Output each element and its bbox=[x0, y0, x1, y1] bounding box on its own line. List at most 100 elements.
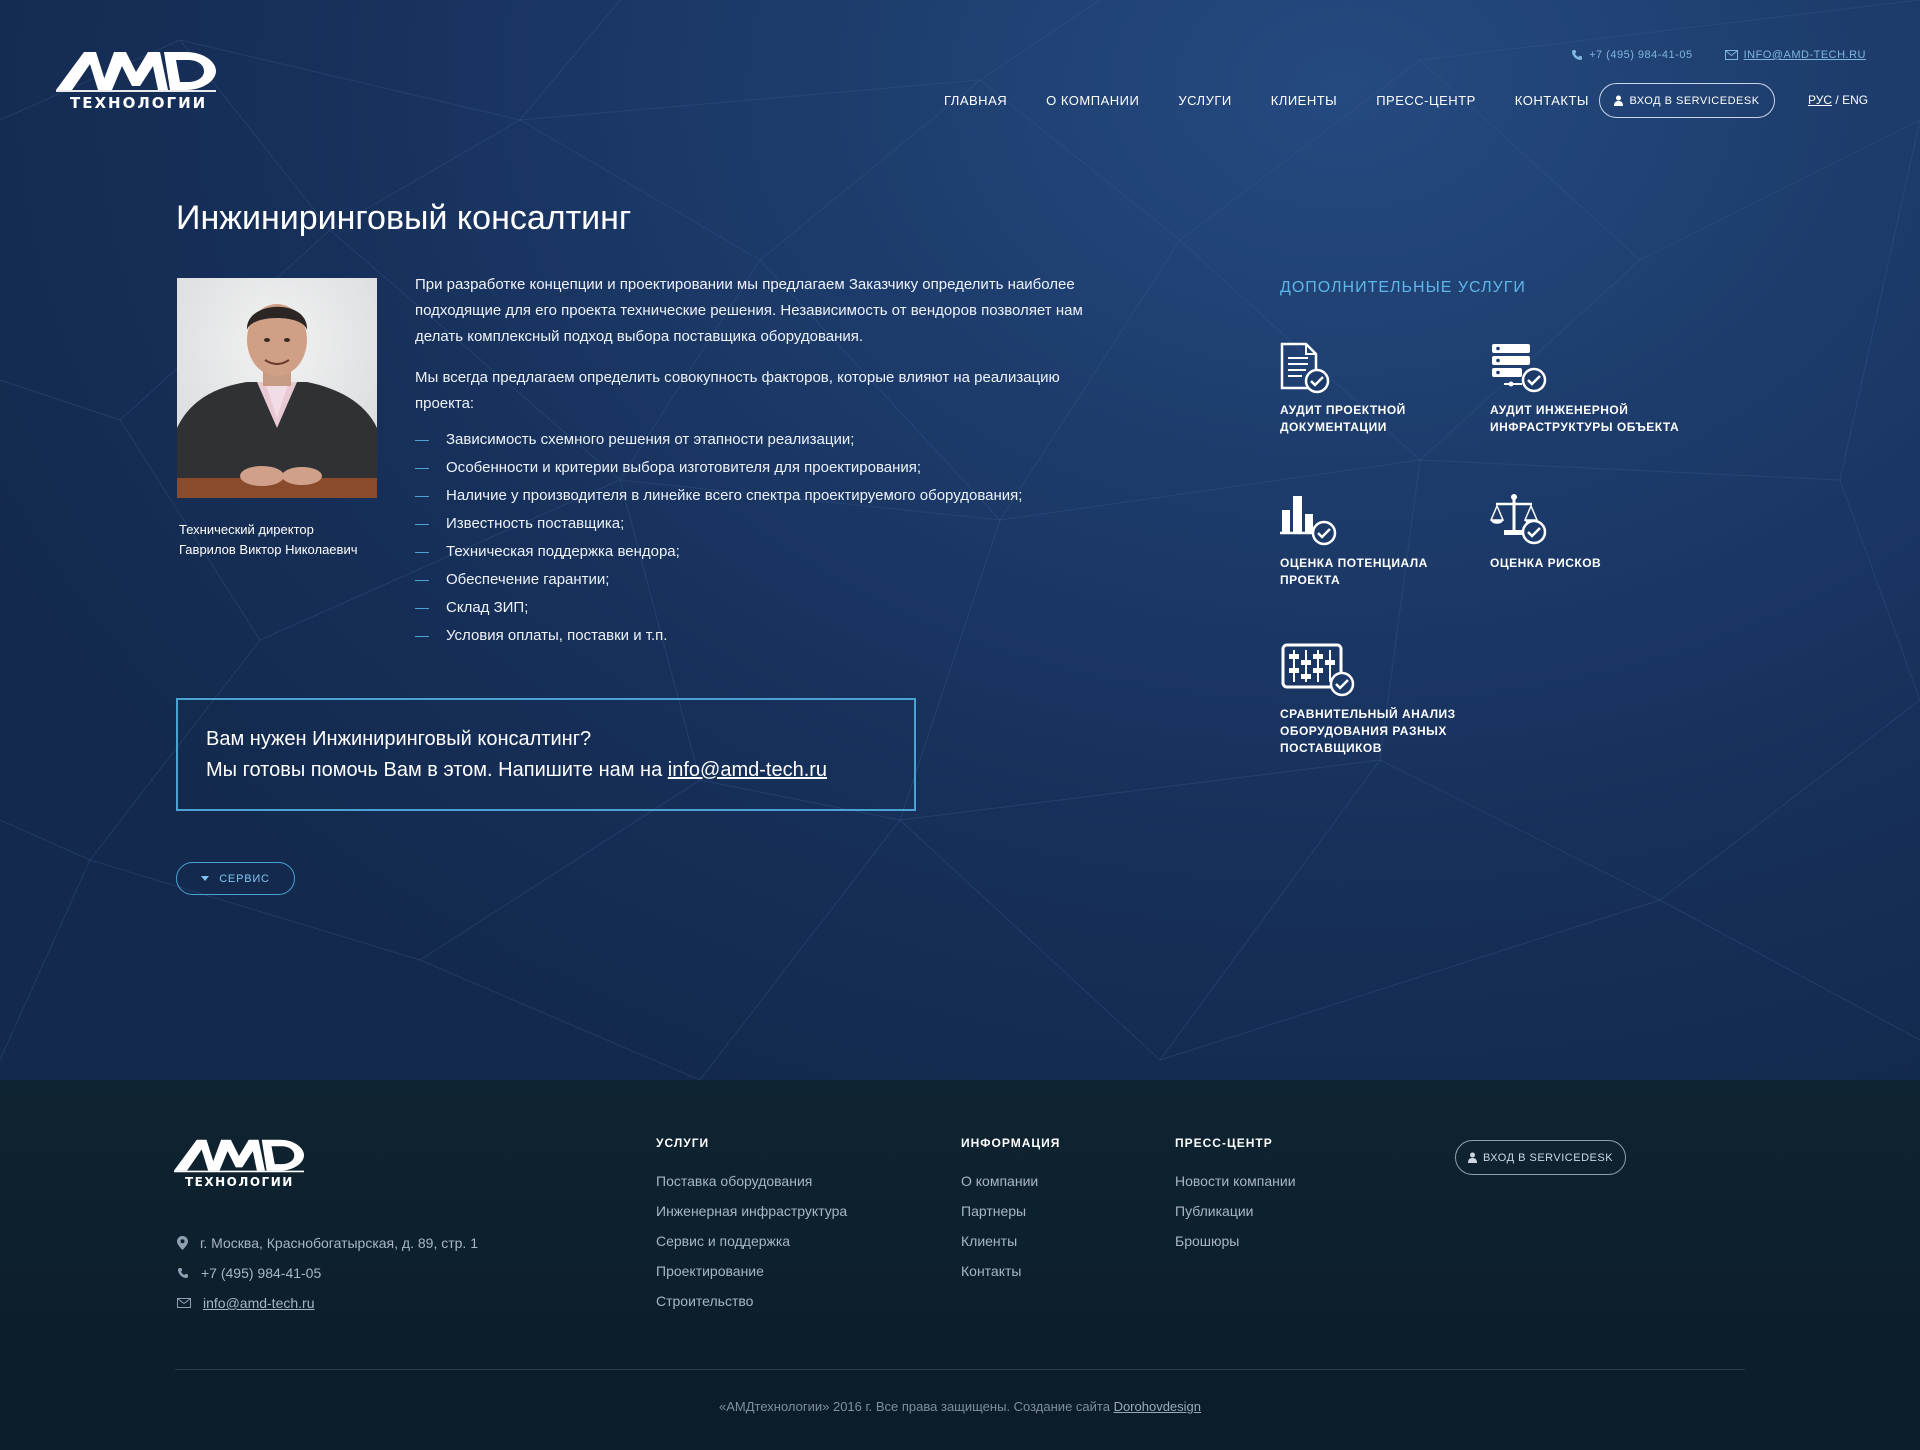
servicedesk-button-label: ВХОД В SERVICEDESK bbox=[1629, 94, 1760, 107]
list-item-text: Наличие у производителя в линейке всего … bbox=[446, 487, 1023, 504]
header-phone-text: +7 (495) 984-41-05 bbox=[1589, 49, 1693, 61]
footer-link[interactable]: Контакты bbox=[961, 1260, 1060, 1290]
service-button[interactable]: СЕРВИС bbox=[176, 862, 295, 895]
footer-link[interactable]: Публикации bbox=[1175, 1200, 1296, 1230]
footer-link[interactable]: Сервис и поддержка bbox=[656, 1230, 847, 1260]
mail-icon bbox=[177, 1298, 191, 1308]
server-check-icon bbox=[1492, 344, 1547, 393]
additional-services-title: ДОПОЛНИТЕЛЬНЫЕ УСЛУГИ bbox=[1280, 279, 1526, 296]
footer-col-info: ИНФОРМАЦИЯ О компании Партнеры Клиенты К… bbox=[961, 1136, 1060, 1290]
footer-link[interactable]: О компании bbox=[961, 1170, 1060, 1200]
list-item-text: Обеспечение гарантии; bbox=[446, 571, 610, 588]
footer-address: г. Москва, Краснобогатырская, д. 89, стр… bbox=[177, 1228, 478, 1258]
caption-role: Технический директор bbox=[179, 522, 314, 537]
nav-item-home[interactable]: ГЛАВНАЯ bbox=[944, 93, 1007, 108]
list-item-text: Условия оплаты, поставки и т.п. bbox=[446, 627, 668, 644]
header-contacts: +7 (495) 984-41-05 INFO@AMD-TECH.RU bbox=[1571, 49, 1866, 61]
header-email[interactable]: INFO@AMD-TECH.RU bbox=[1724, 49, 1866, 61]
list-item: Известность поставщика; bbox=[415, 510, 1022, 538]
dash-bullet bbox=[415, 551, 429, 553]
cta-line-2-text: Мы готовы помочь Вам в этом. Напишите на… bbox=[206, 759, 663, 781]
footer-divider bbox=[175, 1369, 1745, 1370]
header-email-link[interactable]: INFO@AMD-TECH.RU bbox=[1744, 49, 1866, 61]
caption-name: Гаврилов Виктор Николаевич bbox=[179, 542, 358, 557]
footer-servicedesk-label: ВХОД В SERVICEDESK bbox=[1482, 1151, 1614, 1164]
service-label: ОЦЕНКА ПОТЕНЦИАЛА ПРОЕКТА bbox=[1280, 556, 1428, 587]
main-section: ТЕХНОЛОГИИ +7 (495) 984-41-05 INFO@AMD-T… bbox=[0, 0, 1920, 1080]
nav-item-about[interactable]: О КОМПАНИИ bbox=[1046, 93, 1139, 108]
list-item-text: Известность поставщика; bbox=[446, 515, 625, 532]
footer-link[interactable]: Строительство bbox=[656, 1290, 847, 1320]
lang-en[interactable]: ENG bbox=[1842, 93, 1868, 107]
dash-bullet bbox=[415, 635, 429, 637]
cta-line-2: Мы готовы помочь Вам в этом. Напишите на… bbox=[206, 755, 886, 786]
lang-ru[interactable]: РУС bbox=[1808, 93, 1832, 107]
footer-col-press: ПРЕСС-ЦЕНТР Новости компании Публикации … bbox=[1175, 1136, 1296, 1260]
user-icon bbox=[1467, 1152, 1477, 1163]
cta-email-link[interactable]: info@amd-tech.ru bbox=[668, 759, 827, 781]
language-switcher: РУС / ENG bbox=[1808, 93, 1868, 107]
footer-link[interactable]: Проектирование bbox=[656, 1260, 847, 1290]
footer-address-text: г. Москва, Краснобогатырская, д. 89, стр… bbox=[200, 1235, 478, 1251]
header-phone[interactable]: +7 (495) 984-41-05 bbox=[1571, 49, 1692, 61]
main-nav: ГЛАВНАЯ О КОМПАНИИ УСЛУГИ КЛИЕНТЫ ПРЕСС-… bbox=[944, 93, 1589, 108]
nav-item-clients[interactable]: КЛИЕНТЫ bbox=[1271, 93, 1337, 108]
footer-col-title: УСЛУГИ bbox=[656, 1136, 710, 1150]
footer-contacts: г. Москва, Краснобогатырская, д. 89, стр… bbox=[177, 1228, 478, 1318]
footer-servicedesk-button[interactable]: ВХОД В SERVICEDESK bbox=[1455, 1140, 1626, 1175]
footer-email-link[interactable]: info@amd-tech.ru bbox=[203, 1295, 314, 1311]
service-audit-infra[interactable]: АУДИТ ИНЖЕНЕРНОЙ ИНФРАСТРУКТУРЫ ОБЪЕКТА bbox=[1490, 342, 1700, 436]
factors-list: Зависимость схемного решения от этапност… bbox=[415, 426, 1022, 650]
nav-item-services[interactable]: УСЛУГИ bbox=[1178, 93, 1231, 108]
lang-separator: / bbox=[1835, 93, 1839, 107]
footer-link[interactable]: Брошюры bbox=[1175, 1230, 1296, 1260]
intro-paragraph-1: При разработке концепции и проектировани… bbox=[415, 276, 1083, 345]
list-item-text: Зависимость схемного решения от этапност… bbox=[446, 431, 855, 448]
footer-phone-text: +7 (495) 984-41-05 bbox=[201, 1265, 322, 1281]
footer-link[interactable]: Поставка оборудования bbox=[656, 1170, 847, 1200]
cta-line-1: Вам нужен Инжиниринговый консалтинг? bbox=[206, 728, 592, 750]
footer-link[interactable]: Клиенты bbox=[961, 1230, 1060, 1260]
list-item-text: Техническая поддержка вендора; bbox=[446, 543, 680, 560]
bar-chart-check-icon bbox=[1280, 496, 1337, 546]
service-audit-docs[interactable]: АУДИТ ПРОЕКТНОЙ ДОКУМЕНТАЦИИ bbox=[1280, 342, 1490, 436]
service-label: АУДИТ ПРОЕКТНОЙ ДОКУМЕНТАЦИИ bbox=[1280, 403, 1406, 434]
logo[interactable]: ТЕХНОЛОГИИ bbox=[56, 50, 216, 112]
footer-link[interactable]: Партнеры bbox=[961, 1200, 1060, 1230]
list-item: Техническая поддержка вендора; bbox=[415, 538, 1022, 566]
list-item-text: Склад ЗИП; bbox=[446, 599, 529, 616]
footer-link[interactable]: Инженерная инфраструктура bbox=[656, 1200, 847, 1230]
designer-link[interactable]: Dorohovdesign bbox=[1114, 1399, 1201, 1414]
mail-icon bbox=[1724, 50, 1738, 60]
document-check-icon bbox=[1280, 342, 1330, 394]
scales-check-icon bbox=[1490, 494, 1547, 545]
page-title: Инжиниринговый консалтинг bbox=[176, 199, 632, 237]
dash-bullet bbox=[415, 439, 429, 441]
service-potential[interactable]: ОЦЕНКА ПОТЕНЦИАЛА ПРОЕКТА bbox=[1280, 492, 1490, 589]
servicedesk-button[interactable]: ВХОД В SERVICEDESK bbox=[1599, 83, 1775, 118]
dash-bullet bbox=[415, 467, 429, 469]
service-comparison[interactable]: СРАВНИТЕЛЬНЫЙ АНАЛИЗ ОБОРУДОВАНИЯ РАЗНЫХ П… bbox=[1280, 642, 1490, 757]
footer-link[interactable]: Новости компании bbox=[1175, 1170, 1296, 1200]
photo-caption: Технический директор Гаврилов Виктор Ник… bbox=[179, 520, 357, 560]
service-button-label: СЕРВИС bbox=[219, 872, 270, 885]
nav-item-contacts[interactable]: КОНТАКТЫ bbox=[1515, 93, 1589, 108]
list-item: Обеспечение гарантии; bbox=[415, 566, 1022, 594]
intro-text: При разработке концепции и проектировани… bbox=[415, 272, 1115, 432]
dash-bullet bbox=[415, 607, 429, 609]
footer-col-title: ПРЕСС-ЦЕНТР bbox=[1175, 1136, 1273, 1150]
footer-col-services: УСЛУГИ Поставка оборудования Инженерная … bbox=[656, 1136, 847, 1320]
footer-logo[interactable]: ТЕХНОЛОГИИ bbox=[174, 1138, 304, 1190]
footer-col-title: ИНФОРМАЦИЯ bbox=[961, 1136, 1061, 1150]
location-pin-icon bbox=[177, 1236, 188, 1250]
cta-box: Вам нужен Инжиниринговый консалтинг? Мы … bbox=[176, 698, 916, 811]
list-item: Условия оплаты, поставки и т.п. bbox=[415, 622, 1022, 650]
service-risks[interactable]: ОЦЕНКА РИСКОВ bbox=[1490, 492, 1700, 572]
list-item: Зависимость схемного решения от этапност… bbox=[415, 426, 1022, 454]
abacus-check-icon bbox=[1281, 643, 1355, 697]
service-label: ОЦЕНКА РИСКОВ bbox=[1490, 556, 1602, 570]
nav-item-press[interactable]: ПРЕСС-ЦЕНТР bbox=[1376, 93, 1476, 108]
list-item-text: Особенности и критерии выбора изготовите… bbox=[446, 459, 922, 476]
footer-phone[interactable]: +7 (495) 984-41-05 bbox=[177, 1258, 478, 1288]
user-icon bbox=[1614, 95, 1624, 106]
